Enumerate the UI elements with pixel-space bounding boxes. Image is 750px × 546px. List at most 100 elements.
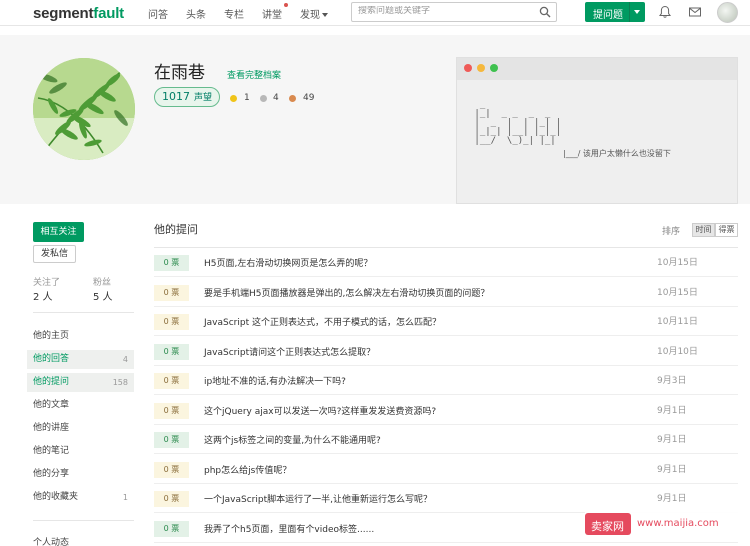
sort-label: 排序 — [662, 227, 681, 237]
question-title-link[interactable]: ip地址不准的话,有办法解决一下吗? — [204, 374, 346, 387]
sidebar-item-label: 个人动态 — [33, 538, 70, 546]
sidebar-divider — [33, 312, 134, 313]
notification-dot — [284, 3, 288, 7]
question-row[interactable]: 0 票 这个jQuery ajax可以发送一次吗?这样重发发送费资源吗? 9月1日 — [154, 396, 738, 425]
vote-count-badge: 0 票 — [154, 343, 189, 360]
question-title-link[interactable]: JavaScript 这个正则表达式，不用子模式的话，怎么匹配？ — [204, 315, 441, 328]
sidebar-item-count: 4 — [122, 355, 128, 364]
profile-avatar — [33, 58, 135, 160]
sidebar-item-count: 158 — [112, 378, 128, 387]
question-title-link[interactable]: 这两个js标签之间的变量,为什么不能通用呢? — [204, 433, 381, 446]
sidebar-item-label: 他的提问 — [33, 377, 70, 387]
vote-count-badge: 0 票 — [154, 432, 189, 448]
question-title-link[interactable]: 这个jQuery ajax可以发送一次吗?这样重发发送费资源吗? — [204, 404, 436, 417]
vote-count-badge: 0 票 — [154, 255, 189, 271]
following-label: 关注了 — [33, 278, 61, 288]
sort-by-votes-button[interactable]: 得票 — [715, 223, 738, 237]
question-title-link[interactable]: 要是手机端H5页面播放器是弹出的,怎么解决左右滑动切换页面的问题？ — [204, 286, 489, 299]
nav-questions[interactable]: 问答 — [148, 6, 168, 21]
ask-question-label: 提问题 — [593, 10, 623, 21]
question-row[interactable]: 0 票 这两个js标签之间的变量,为什么不能通用呢? 9月1日 — [154, 425, 738, 454]
sidebar-item-articles[interactable]: 他的文章 — [27, 396, 134, 415]
terminal-titlebar — [457, 58, 737, 80]
question-row[interactable]: 0 票 H5页面,左右滑动切换网页是怎么弄的呢？ 10月15日 — [154, 248, 738, 277]
watermark-logo-text: 卖家网 — [591, 520, 624, 533]
site-logo[interactable]: segmentfault — [33, 5, 124, 22]
maximize-dot-icon — [490, 64, 498, 72]
reputation-value: 1017 — [162, 90, 190, 103]
close-dot-icon — [464, 64, 472, 72]
vote-count-badge: 0 票 — [154, 284, 189, 301]
search-input[interactable] — [358, 6, 533, 16]
nav-headlines[interactable]: 头条 — [186, 6, 206, 21]
question-date: 10月15日 — [657, 258, 698, 268]
watermark-logo: 卖家网 — [585, 513, 631, 535]
question-row[interactable]: 0 票 php怎么给js传值呢？ 9月1日 — [154, 455, 738, 484]
sidebar-item-activity[interactable]: 个人动态 — [27, 534, 134, 546]
question-row[interactable]: 0 票 JavaScript 这个正则表达式，不用子模式的话，怎么匹配？ 10月11… — [154, 307, 738, 336]
full-profile-link[interactable]: 查看完整档案 — [227, 68, 281, 81]
gold-badge-count[interactable]: 1 — [244, 93, 250, 103]
private-message-button[interactable]: 发私信 — [33, 245, 76, 263]
profile-name: 在雨巷 — [154, 63, 205, 83]
nav-lectures[interactable]: 讲堂 — [262, 6, 282, 21]
question-date: 10月11日 — [657, 317, 698, 327]
question-row[interactable]: 0 票 一个JavaScript脚本运行了一半,让他重新运行怎么写呢？ 9月1日 — [154, 484, 738, 513]
question-title-link[interactable]: H5页面,左右滑动切换网页是怎么弄的呢？ — [204, 256, 372, 269]
fans-label: 粉丝 — [93, 278, 112, 288]
user-avatar[interactable] — [717, 2, 738, 23]
sidebar-item-label: 他的主页 — [33, 331, 70, 341]
vote-count-badge: 0 票 — [154, 314, 189, 330]
sidebar-item-label: 他的收藏夹 — [33, 492, 79, 502]
question-date: 9月1日 — [657, 405, 687, 416]
profile-banner: 在雨巷 查看完整档案 1017 声望 1 4 49 _ |_| _ _ _ _ |… — [0, 35, 750, 204]
question-title-link[interactable]: JavaScript请问这个正则表达式怎么提取？ — [204, 345, 375, 358]
ask-question-button[interactable]: 提问题 — [585, 2, 645, 22]
sidebar-item-favorites[interactable]: 他的收藏夹 1 — [27, 488, 134, 507]
sidebar-item-lectures[interactable]: 他的讲座 — [27, 419, 134, 438]
question-title-link[interactable]: php怎么给js传值呢？ — [204, 463, 291, 476]
sidebar-item-notes[interactable]: 他的笔记 — [27, 442, 134, 461]
nav-discover[interactable]: 发现 — [300, 6, 328, 21]
sidebar-item-count: 1 — [122, 493, 128, 502]
bronze-badge-icon — [289, 95, 296, 102]
question-date: 10月15日 — [657, 287, 698, 298]
following-count[interactable]: 2 人 — [33, 288, 53, 303]
sort-by-time-button[interactable]: 时间 — [692, 223, 715, 237]
sidebar-item-label: 他的文章 — [33, 400, 70, 410]
vote-count-badge: 0 票 — [154, 491, 189, 507]
question-date: 9月1日 — [657, 494, 687, 504]
bell-icon[interactable] — [658, 5, 672, 19]
mail-icon[interactable] — [688, 5, 702, 19]
vote-count-badge: 0 票 — [154, 373, 189, 389]
search-icon[interactable] — [539, 6, 551, 18]
fern-image — [33, 58, 135, 160]
sidebar-item-label: 他的分享 — [33, 469, 70, 479]
sidebar-divider — [33, 520, 134, 521]
fans-count[interactable]: 5 人 — [93, 288, 113, 303]
sidebar-item-answers[interactable]: 他的回答 4 — [27, 350, 134, 369]
follow-button[interactable]: 相互关注 — [33, 222, 84, 242]
nav-columns[interactable]: 专栏 — [224, 6, 244, 21]
ask-dropdown-icon[interactable] — [634, 10, 640, 14]
sidebar-item-questions[interactable]: 他的提问 158 — [27, 373, 134, 392]
question-row[interactable]: 0 票 要是手机端H5页面播放器是弹出的,怎么解决左右滑动切换页面的问题？ 10月1… — [154, 278, 738, 307]
silver-badge-count[interactable]: 4 — [273, 93, 279, 103]
nav-discover-label: 发现 — [300, 10, 320, 21]
question-row[interactable]: 0 票 JavaScript请问这个正则表达式怎么提取？ 10月10日 — [154, 337, 738, 366]
question-title-link[interactable]: 我弄了个h5页面，里面有个video标签...... — [204, 522, 374, 535]
reputation-unit: 声望 — [194, 93, 213, 103]
silver-badge-icon — [260, 95, 267, 102]
top-header: segmentfault 问答 头条 专栏 讲堂 发现 提问题 — [0, 0, 750, 26]
watermark-url: www.maijia.com — [637, 518, 719, 529]
sidebar-item-shares[interactable]: 他的分享 — [27, 465, 134, 484]
terminal-ascii-art: _ |_| _ _ _ _ | _ | | |_| | |_|_| |__| |… — [474, 100, 562, 146]
logo-segment: segment — [33, 5, 94, 22]
sidebar-item-home[interactable]: 他的主页 — [27, 327, 134, 346]
question-title-link[interactable]: 一个JavaScript脚本运行了一半,让他重新运行怎么写呢？ — [204, 492, 432, 505]
question-date: 9月1日 — [657, 435, 687, 445]
reputation-badge[interactable]: 1017 声望 — [154, 87, 221, 107]
question-row[interactable]: 0 票 ip地址不准的话,有办法解决一下吗? 9月3日 — [154, 366, 738, 395]
question-date: 9月3日 — [657, 376, 687, 386]
bronze-badge-count[interactable]: 49 — [303, 93, 314, 103]
